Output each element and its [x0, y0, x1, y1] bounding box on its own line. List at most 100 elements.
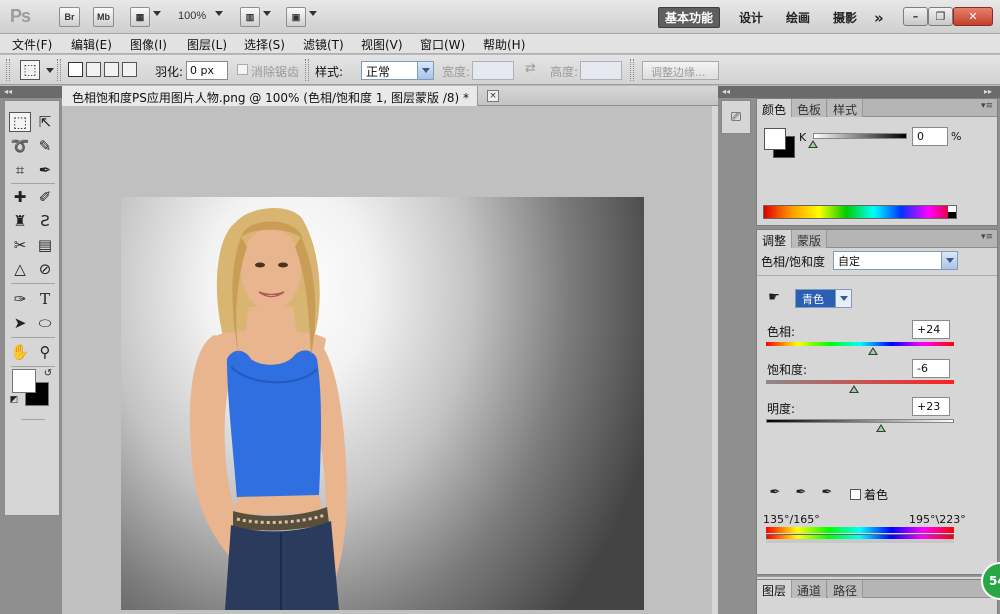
zoom-icon[interactable]: ⚲ [34, 342, 56, 362]
eyedropper-icon[interactable]: ✒ [767, 484, 783, 500]
refine-edge-button[interactable]: 调整边缘... [642, 61, 719, 80]
pen-icon[interactable]: ✑ [9, 289, 31, 309]
crop-icon[interactable]: ⌗ [9, 160, 31, 180]
chevron-down-icon[interactable] [46, 68, 54, 73]
chevron-down-icon[interactable] [153, 11, 161, 16]
screen-mode-icon[interactable]: ▣ [286, 7, 306, 27]
chevron-down-icon[interactable] [309, 11, 317, 16]
move-tool-icon[interactable]: ⇱ [34, 112, 56, 132]
saturation-input[interactable]: -6 [912, 359, 950, 378]
workspace-essentials[interactable]: 基本功能 [658, 7, 721, 28]
eyedropper-plus-icon[interactable]: ✒ [793, 484, 809, 500]
tab-swatches[interactable]: 色板 [792, 99, 828, 117]
chevron-down-icon[interactable] [835, 290, 851, 307]
dock-header[interactable]: ▸▸ [754, 86, 1000, 98]
default-colors-icon[interactable]: ◩ [8, 394, 20, 406]
menu-layer[interactable]: 图层(L) [187, 36, 227, 53]
quick-selection-icon[interactable]: ✎ [34, 136, 56, 156]
eraser-icon[interactable]: ✂ [9, 235, 31, 255]
lightness-input[interactable]: +23 [912, 397, 950, 416]
channel-select[interactable]: 青色 [795, 289, 852, 308]
hue-input[interactable]: +24 [912, 320, 950, 339]
style-select[interactable]: 正常 [361, 61, 434, 80]
foreground-swatch[interactable] [764, 128, 786, 150]
type-icon[interactable]: T [34, 289, 56, 309]
ellipse-icon[interactable]: ⬭ [34, 313, 56, 333]
workspace-design[interactable]: 设计 [733, 7, 769, 28]
close-icon[interactable]: × [487, 90, 499, 102]
feather-input[interactable]: 0 px [186, 61, 228, 80]
menu-file[interactable]: 文件(F) [12, 36, 52, 53]
menu-help[interactable]: 帮助(H) [483, 36, 525, 53]
path-selection-icon[interactable]: ➤ [9, 313, 31, 333]
chevron-down-icon[interactable] [215, 11, 223, 16]
saturation-slider-thumb[interactable] [849, 385, 860, 393]
grip-handle[interactable] [6, 59, 10, 81]
swap-icon[interactable]: ⇄ [525, 61, 536, 76]
preset-select[interactable]: 自定 [833, 251, 958, 270]
minimize-icon[interactable]: – [903, 7, 928, 26]
menu-edit[interactable]: 编辑(E) [71, 36, 112, 53]
new-selection-icon[interactable] [68, 62, 83, 77]
range-slider-track[interactable] [766, 539, 954, 543]
lasso-icon[interactable]: ➰ [9, 136, 31, 156]
menu-image[interactable]: 图像(I) [130, 36, 167, 53]
hand-icon[interactable]: ✋ [9, 342, 31, 362]
tab-paths[interactable]: 路径 [828, 580, 864, 598]
history-brush-icon[interactable]: Ƨ [34, 211, 56, 231]
menu-window[interactable]: 窗口(W) [420, 36, 465, 53]
close-icon[interactable]: ✕ [953, 7, 993, 26]
brush-icon[interactable]: ✐ [34, 187, 56, 207]
more-workspaces-icon[interactable]: » [868, 7, 890, 28]
grip-handle[interactable] [305, 59, 309, 81]
colorize-checkbox[interactable] [850, 489, 861, 500]
intersect-selection-icon[interactable] [122, 62, 137, 77]
clone-stamp-icon[interactable]: ♜ [9, 211, 31, 231]
eyedropper-icon[interactable]: ✒ [34, 160, 56, 180]
chevron-down-icon[interactable] [263, 11, 271, 16]
history-panel-button[interactable]: ⎚ [721, 100, 751, 134]
width-input[interactable] [472, 61, 514, 80]
tab-adjustments[interactable]: 调整 [757, 230, 793, 248]
grip-handle[interactable] [630, 59, 634, 81]
menu-view[interactable]: 视图(V) [361, 36, 403, 53]
subtract-selection-icon[interactable] [104, 62, 119, 77]
menu-filter[interactable]: 滤镜(T) [303, 36, 344, 53]
minibridge-button[interactable]: Mb [93, 7, 114, 27]
tab-channels[interactable]: 通道 [792, 580, 828, 598]
k-slider[interactable] [813, 133, 907, 139]
menu-select[interactable]: 选择(S) [244, 36, 285, 53]
panel-menu-icon[interactable]: ▾≡ [981, 101, 993, 111]
chevron-down-icon[interactable] [941, 252, 957, 269]
tab-styles[interactable]: 样式 [828, 99, 864, 117]
antialias-checkbox[interactable] [237, 64, 248, 75]
saturation-slider[interactable] [766, 380, 954, 384]
healing-brush-icon[interactable]: ✚ [9, 187, 31, 207]
restore-icon[interactable]: ❐ [928, 7, 953, 26]
strip-header[interactable]: ◂◂ [718, 86, 754, 98]
gradient-icon[interactable]: ▤ [34, 235, 56, 255]
height-input[interactable] [580, 61, 622, 80]
arrange-documents-icon[interactable]: ▥ [240, 7, 260, 27]
k-slider-thumb[interactable] [808, 140, 818, 148]
zoom-level[interactable]: 100% [178, 10, 206, 22]
marquee-preset-icon[interactable]: ⬚ [20, 60, 40, 80]
targeted-adjustment-icon[interactable]: ☛ [765, 288, 783, 306]
lightness-slider[interactable] [766, 419, 954, 423]
lightness-slider-thumb[interactable] [875, 424, 886, 432]
bridge-button[interactable]: Br [59, 7, 80, 27]
history-icon[interactable]: ⎚ [726, 107, 746, 127]
document-tab[interactable]: 色相饱和度PS应用图片人物.png @ 100% (色相/饱和度 1, 图层蒙版… [62, 86, 479, 106]
color-spectrum[interactable] [763, 205, 957, 219]
eyedropper-minus-icon[interactable]: ✒ [819, 484, 835, 500]
tab-layers[interactable]: 图层 [757, 580, 793, 598]
swap-colors-icon[interactable]: ↺ [41, 366, 55, 380]
rectangular-marquee-icon[interactable]: ⬚ [9, 112, 31, 132]
hue-slider-thumb[interactable] [868, 347, 879, 355]
grip-handle[interactable] [57, 59, 61, 81]
image-canvas[interactable] [121, 197, 644, 610]
extras-icon[interactable]: ▦ [130, 7, 150, 27]
dodge-icon[interactable]: ⊘ [34, 259, 56, 279]
add-selection-icon[interactable] [86, 62, 101, 77]
hue-slider[interactable] [766, 342, 954, 346]
